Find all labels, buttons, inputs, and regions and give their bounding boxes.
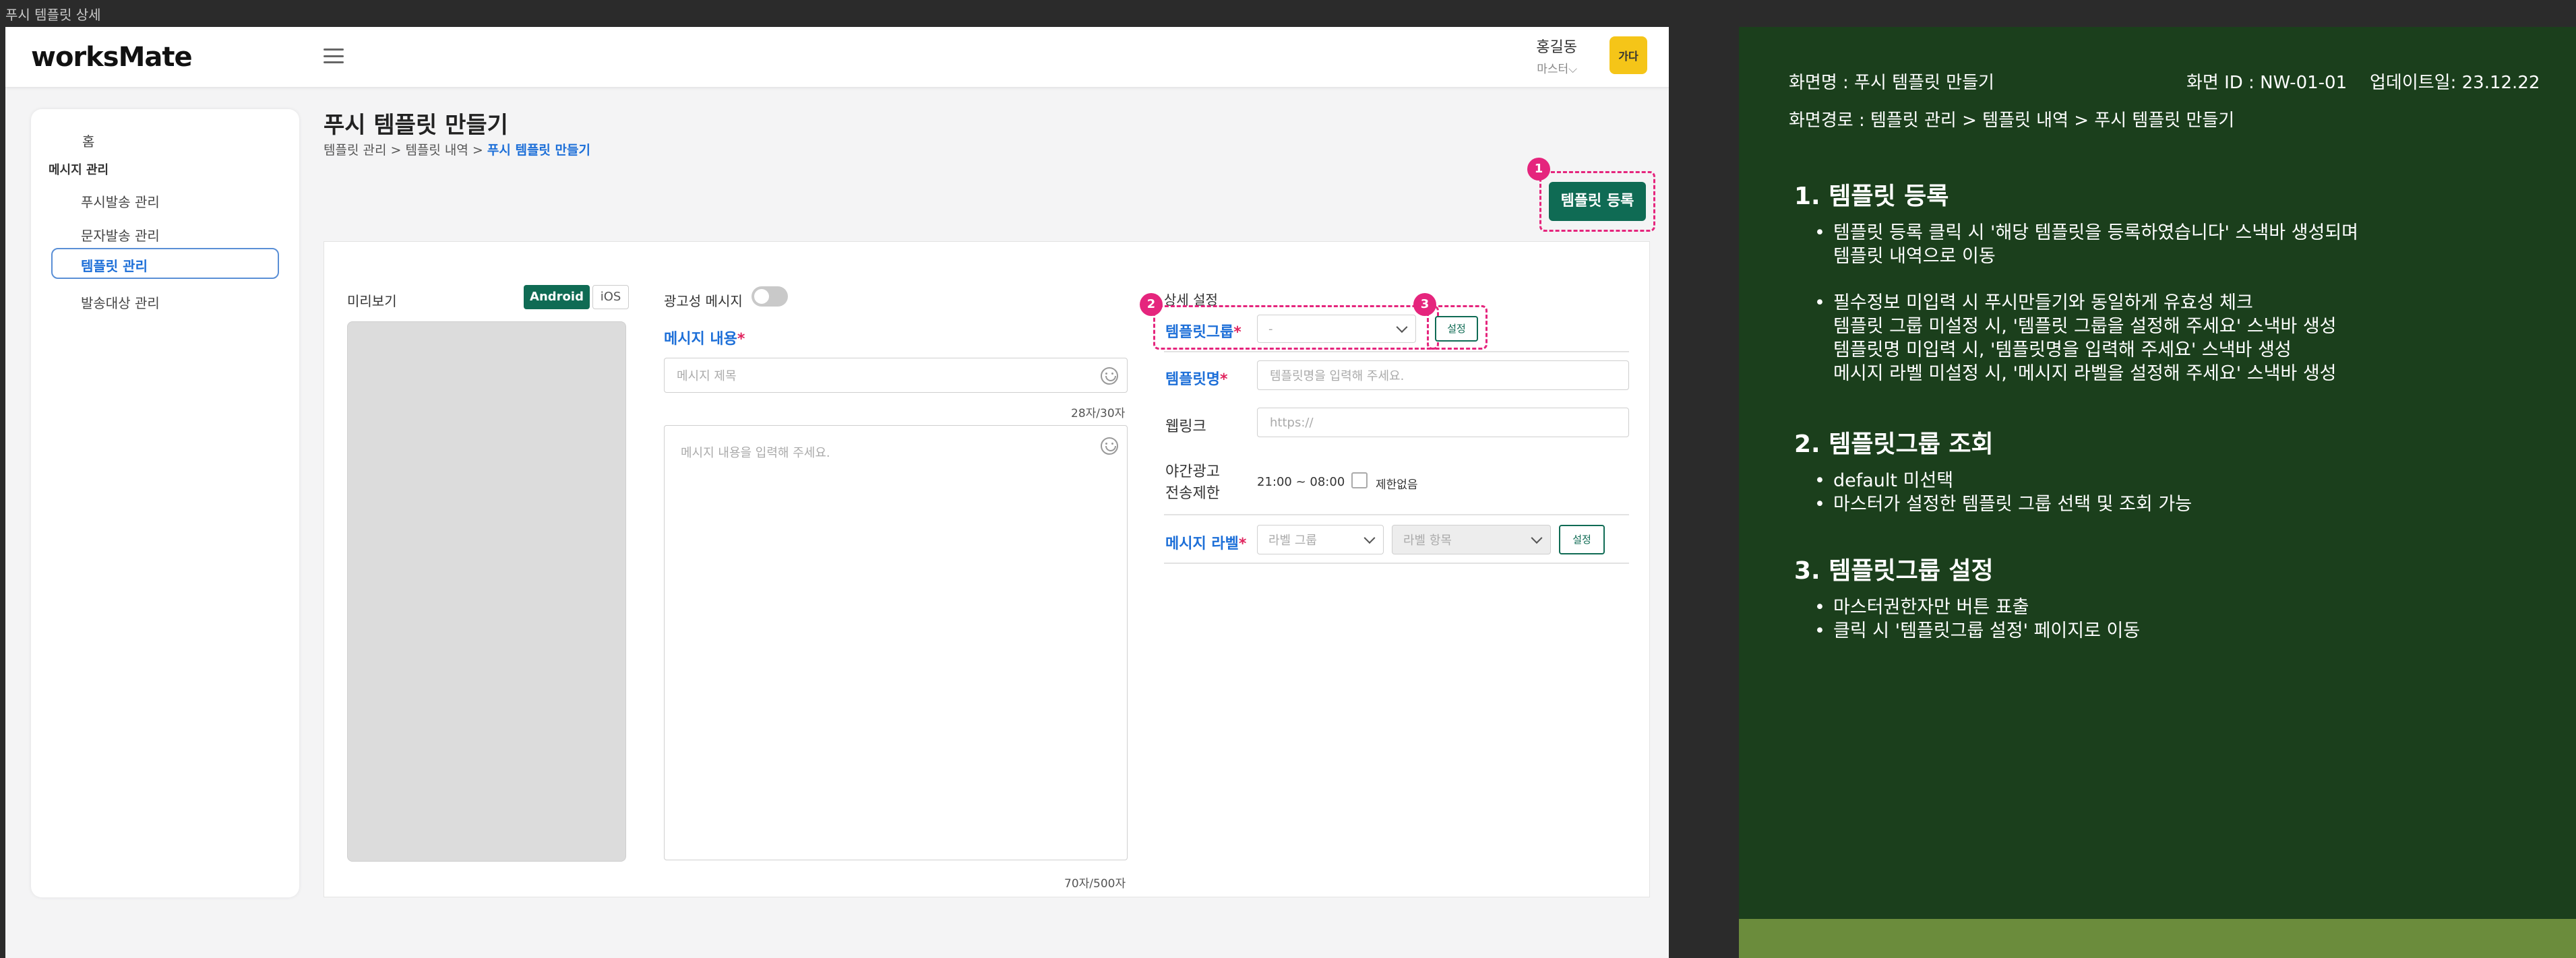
label-set-button[interactable]: 설정 (1559, 525, 1605, 554)
phone-preview (347, 321, 626, 862)
message-label-label: 메시지 라벨* (1165, 536, 1247, 552)
sidebar-item-push[interactable]: 푸시발송 관리 (81, 191, 160, 211)
spec-screen-name: 화면명 : 푸시 템플릿 만들기 (1789, 73, 1994, 93)
menu-icon[interactable] (324, 46, 344, 66)
spec-footer-bar (1739, 919, 2576, 958)
register-template-button[interactable]: 템플릿 등록 (1549, 182, 1646, 221)
template-group-select[interactable]: - (1257, 315, 1416, 343)
ios-tab[interactable]: iOS (592, 285, 629, 309)
spec-section-2-list: default 미선택 마스터가 설정한 템플릿 그룹 선택 및 조회 가능 (1814, 469, 2192, 516)
spec-section-3-list: 마스터권한자만 버튼 표출 클릭 시 '템플릿그룹 설정' 페이지로 이동 (1814, 596, 2140, 643)
breadcrumb-path[interactable]: 템플릿 관리 > 템플릿 내역 > (324, 143, 487, 158)
form-card: 미리보기 Android iOS 광고성 메시지 메시지 내용* 메시지 제목 … (324, 241, 1650, 897)
spec-panel: 화면명 : 푸시 템플릿 만들기 화면 ID : NW-01-01 업데이트일:… (1739, 27, 2576, 958)
night-ad-time: 21:00 ~ 08:00 (1257, 475, 1345, 489)
message-content-label: 메시지 내용* (664, 331, 745, 348)
os-toggle: Android iOS (524, 285, 629, 309)
message-body-textarea[interactable]: 메시지 내용을 입력해 주세요. (664, 425, 1128, 860)
chevron-down-icon (1396, 321, 1408, 333)
no-limit-checkbox[interactable] (1351, 472, 1368, 488)
spec-path: 화면경로 : 템플릿 관리 > 템플릿 내역 > 푸시 템플릿 만들기 (1789, 110, 2235, 131)
sidebar-item-target[interactable]: 발송대상 관리 (81, 292, 160, 312)
chevron-down-icon (1363, 532, 1376, 544)
spec-section-1-list: 템플릿 등록 클릭 시 '해당 템플릿을 등록하였습니다' 스낵바 생성되며 템… (1814, 221, 2358, 385)
row-divider (1164, 514, 1629, 515)
user-info[interactable]: 홍길동 마스터⌵ (1536, 35, 1577, 76)
message-title-input[interactable]: 메시지 제목 (664, 358, 1128, 393)
preview-label: 미리보기 (347, 293, 397, 309)
ad-message-label: 광고성 메시지 (664, 293, 743, 309)
template-group-label: 템플릿그룹* (1165, 324, 1241, 341)
spec-updated: 업데이트일: 23.12.22 (2370, 73, 2540, 93)
top-bar: worksMate 홍길동 마스터⌵ 가다 (5, 27, 1669, 88)
night-ad-label: 야간광고 전송제한 (1165, 464, 1220, 502)
title-counter: 28자/30자 (1071, 407, 1126, 420)
annotation-badge-1: 1 (1527, 158, 1550, 181)
logo[interactable]: worksMate (31, 42, 193, 73)
template-group-set-button[interactable]: 설정 (1435, 316, 1478, 342)
spec-section-3-title: 3. 템플릿그룹 설정 (1794, 557, 1994, 585)
no-limit-label: 제한없음 (1376, 478, 1418, 492)
breadcrumb: 템플릿 관리 > 템플릿 내역 > 푸시 템플릿 만들기 (324, 140, 590, 158)
emoji-icon[interactable] (1101, 437, 1118, 455)
chevron-down-icon (1531, 532, 1543, 544)
body-counter: 70자/500자 (1064, 877, 1126, 891)
sidebar: 홈 메시지 관리 푸시발송 관리 문자발송 관리 템플릿 관리 발송대상 관리 (31, 109, 299, 897)
sidebar-item-sms[interactable]: 문자발송 관리 (81, 225, 160, 245)
app-window: worksMate 홍길동 마스터⌵ 가다 홈 메시지 관리 푸시발송 관리 문… (5, 27, 1669, 958)
emoji-icon[interactable] (1101, 367, 1118, 385)
row-divider (1164, 563, 1629, 564)
page-title: 푸시 템플릿 만들기 (324, 112, 508, 139)
weblink-input[interactable]: https:// (1257, 408, 1629, 437)
ad-message-toggle[interactable] (752, 286, 788, 307)
spec-section-1-title: 1. 템플릿 등록 (1794, 183, 1949, 210)
breadcrumb-current: 푸시 템플릿 만들기 (487, 143, 590, 158)
sidebar-group-message: 메시지 관리 (49, 163, 109, 177)
template-name-input[interactable]: 템플릿명을 입력해 주세요. (1257, 360, 1629, 390)
window-title: 푸시 템플릿 상세 (5, 7, 101, 23)
weblink-label: 웹링크 (1165, 418, 1206, 435)
spec-section-2-title: 2. 템플릿그룹 조회 (1794, 430, 1994, 458)
label-group-select[interactable]: 라벨 그룹 (1257, 525, 1384, 554)
spec-screen-id: 화면 ID : NW-01-01 (2186, 73, 2348, 93)
label-item-select[interactable]: 라벨 항목 (1392, 525, 1551, 554)
android-tab[interactable]: Android (524, 285, 590, 309)
template-name-label: 템플릿명* (1165, 371, 1228, 388)
user-role-dropdown[interactable]: 마스터⌵ (1536, 59, 1577, 76)
sidebar-item-template[interactable]: 템플릿 관리 (51, 248, 279, 279)
sidebar-item-home[interactable]: 홈 (82, 131, 94, 150)
row-divider (1164, 351, 1629, 352)
user-name: 홍길동 (1536, 39, 1577, 56)
avatar[interactable]: 가다 (1609, 36, 1647, 74)
